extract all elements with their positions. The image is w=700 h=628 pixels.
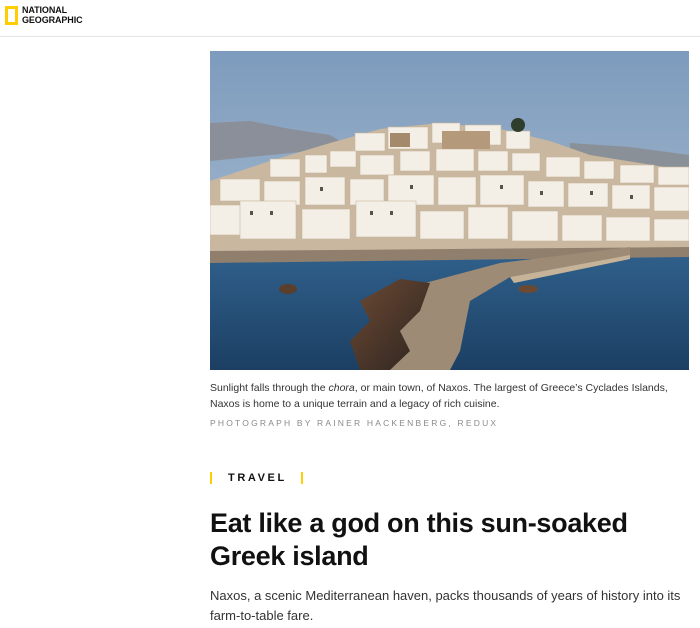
photo-credit: PHOTOGRAPH BY RAINER HACKENBERG, REDUX — [210, 418, 499, 428]
yellow-border-icon — [5, 6, 18, 25]
national-geographic-logo[interactable]: NATIONAL GEOGRAPHIC — [5, 5, 83, 25]
hero-image — [210, 51, 689, 370]
kicker-bar-right — [300, 472, 303, 484]
section-kicker[interactable]: TRAVEL — [210, 472, 303, 484]
kicker-label: TRAVEL — [228, 472, 287, 484]
site-header: NATIONAL GEOGRAPHIC — [0, 0, 700, 37]
logo-line-2: GEOGRAPHIC — [22, 14, 83, 25]
article-dek: Naxos, a scenic Mediterranean haven, pac… — [210, 588, 681, 623]
caption-text-1: Sunlight falls through the — [210, 382, 329, 394]
article-headline: Eat like a god on this sun-soaked Greek … — [210, 508, 628, 571]
caption-italic: chora — [328, 382, 355, 394]
kicker-bar-left — [210, 472, 212, 484]
photo-caption: Sunlight falls through the chora, or mai… — [210, 380, 690, 412]
logo-wordmark: NATIONAL GEOGRAPHIC — [22, 5, 83, 25]
